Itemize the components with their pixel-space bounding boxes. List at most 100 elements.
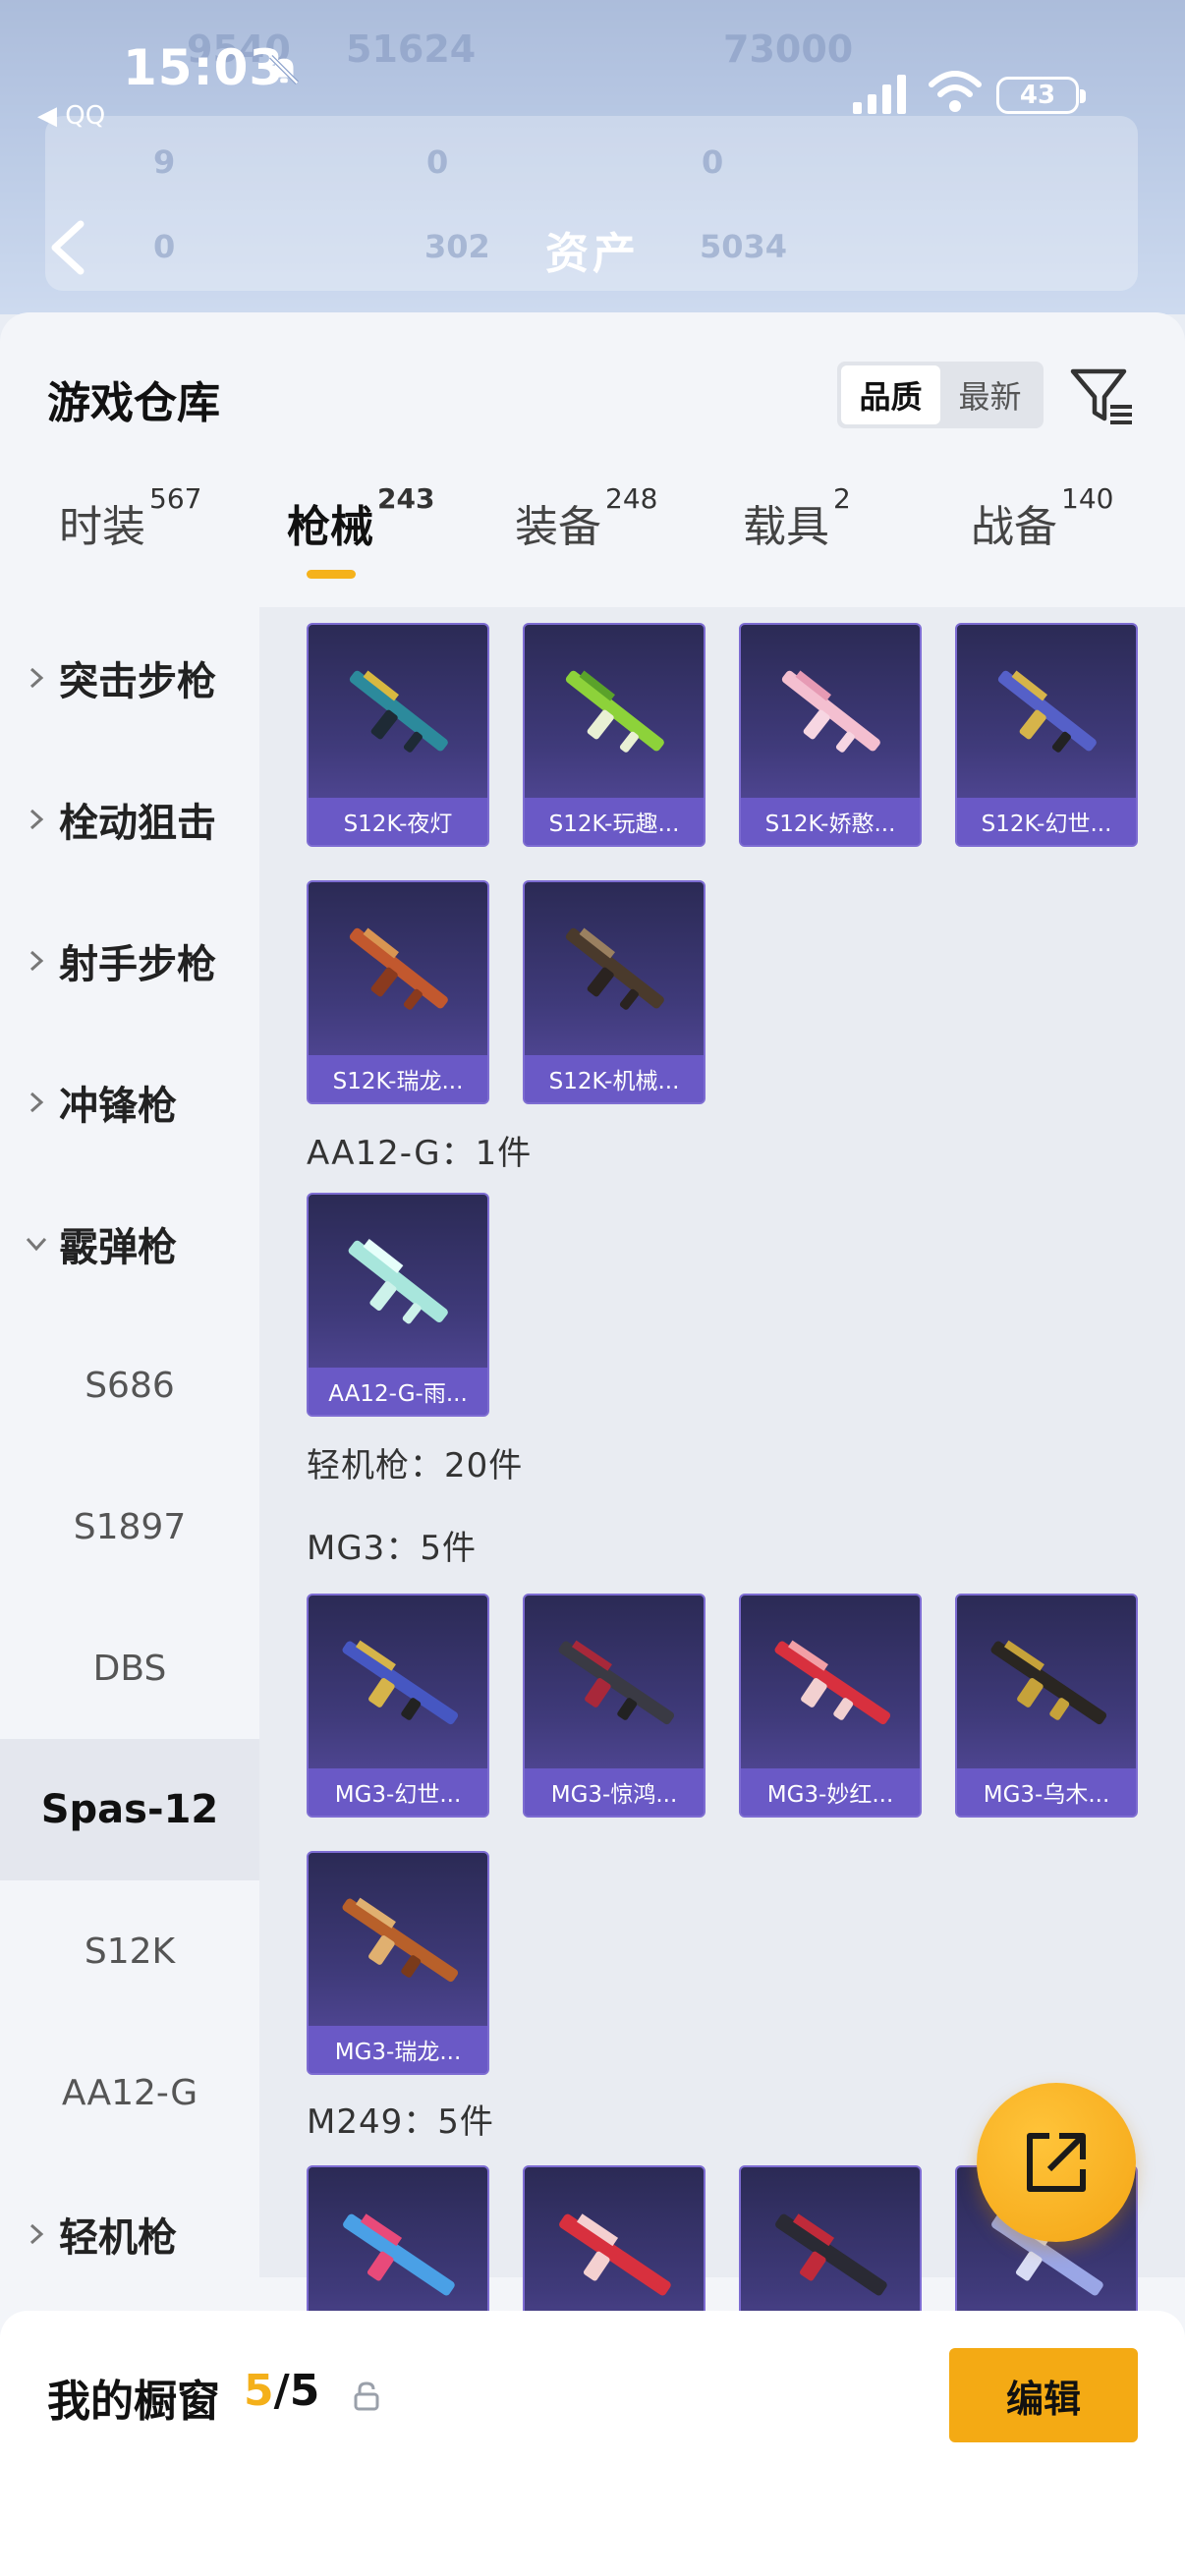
tab-label: 载具 [743,502,829,552]
weapon-name: MG3-瑞龙... [309,2026,487,2073]
sidebar-sub-s12k[interactable]: S12K [0,1880,259,2022]
weapon-card[interactable]: S12K-夜灯 [307,623,489,847]
weapon-card[interactable]: AA12-G-雨... [307,1193,489,1417]
showcase-total: /5 [273,2366,320,2416]
warehouse-sheet: 游戏仓库 品质 最新 时装567 枪械243 装备248 载具2 战备140 突… [0,312,1185,2576]
ghost-value: 0 [702,143,724,181]
weapon-name: MG3-妙红... [741,1768,920,1816]
weapon-name: AA12-G-雨... [309,1368,487,1415]
showcase-count: 5/5 [244,2366,319,2416]
sidebar-item-assault-rifle[interactable]: 突击步枪 [0,607,259,749]
ghost-value: 9 [153,143,176,181]
sidebar-item-label: 轻机枪 [59,2215,177,2261]
weapon-image [342,1640,459,1725]
tab-vehicles[interactable]: 载具2 [743,482,851,589]
asset-header: 9540 51624 73000 9 0 0 0 302 5034 15:03 … [0,0,1185,314]
weapon-card[interactable]: MG3-瑞龙... [307,1851,489,2075]
weapon-image [774,1640,891,1725]
weapon-image [343,2213,455,2296]
sort-quality-button[interactable]: 品质 [841,365,940,424]
sidebar-sub-aa12g[interactable]: AA12-G [0,2022,259,2163]
weapon-image [565,927,664,1010]
chevron-down-icon [26,1237,47,1252]
share-button[interactable] [977,2083,1136,2242]
weapon-card[interactable]: S12K-机械... [523,880,705,1104]
tab-count: 243 [377,482,435,516]
sidebar-sub-spas12[interactable]: Spas-12 [0,1739,259,1880]
back-icon[interactable] [45,218,90,277]
sidebar-item-shotgun[interactable]: 霰弹枪 [0,1173,259,1315]
sidebar-item-label: 霰弹枪 [59,1225,177,1270]
sidebar-item-lmg[interactable]: 轻机枪 [0,2163,259,2305]
sidebar-sub-dbs[interactable]: DBS [0,1597,259,1739]
tab-label: 装备 [515,502,601,552]
weapon-name: MG3-惊鸿... [525,1768,704,1816]
weapon-card[interactable]: S12K-娇憨... [739,623,922,847]
ghost-value: 0 [153,228,176,265]
sidebar-sub-s1897[interactable]: S1897 [0,1456,259,1597]
sidebar-item-label: 栓动狙击 [59,801,216,846]
weapon-card[interactable]: MG3-妙红... [739,1594,922,1818]
weapon-grid: S12K-夜灯 S12K-玩趣... S12K-娇憨... S12K-幻世...… [259,607,1185,2389]
edit-button[interactable]: 编辑 [949,2348,1138,2442]
sort-newest-button[interactable]: 最新 [940,365,1040,424]
weapon-name: S12K-娇憨... [741,798,920,845]
showcase-title: 我的橱窗 [47,2377,220,2427]
weapon-name: S12K-玩趣... [525,798,704,845]
sidebar-item-bolt-sniper[interactable]: 栓动狙击 [0,749,259,890]
status-bar: 15:03 ◀ QQ 43 [0,0,1185,131]
chevron-right-icon [29,1092,44,1113]
tab-fashion[interactable]: 时装567 [59,482,201,589]
weapon-image [775,2213,887,2296]
tab-label: 枪械 [287,502,373,552]
showcase-bar: 我的橱窗 5/5 编辑 [0,2311,1185,2576]
ghost-value: 0 [426,143,449,181]
ghost-value: 302 [424,228,490,265]
weapon-name: S12K-机械... [525,1055,704,1102]
tab-equipment[interactable]: 装备248 [515,482,657,589]
weapon-image [559,2213,671,2296]
sort-toggle: 品质 最新 [837,362,1044,428]
tab-tactical[interactable]: 战备140 [971,482,1113,589]
warehouse-title: 游戏仓库 [47,378,220,428]
weapon-name: MG3-幻世... [309,1768,487,1816]
weapon-name: S12K-幻世... [957,798,1136,845]
share-icon [1027,2133,1086,2192]
weapon-card[interactable]: S12K-玩趣... [523,623,705,847]
weapon-image [349,927,448,1010]
weapon-category-sidebar: 突击步枪 栓动狙击 射手步枪 冲锋枪 霰弹枪 S686 S1897 DBS Sp… [0,607,259,2277]
page-title: 资产 [545,229,640,279]
sidebar-item-label: 突击步枪 [59,659,216,704]
group-header-aa12g: AA12-G：1件 [307,1134,533,1173]
filter-icon[interactable] [1067,362,1136,430]
weapon-card[interactable]: MG3-幻世... [307,1594,489,1818]
weapon-card[interactable]: MG3-乌木... [955,1594,1138,1818]
tab-count: 248 [605,482,658,516]
chevron-right-icon [29,667,44,689]
group-header-lmg: 轻机枪：20件 [307,1446,524,1485]
tab-weapons[interactable]: 枪械243 [287,482,434,589]
sidebar-item-label: 冲锋枪 [59,1084,177,1129]
sidebar-sub-s686[interactable]: S686 [0,1315,259,1456]
sidebar-item-dmr[interactable]: 射手步枪 [0,890,259,1032]
category-tabs: 时装567 枪械243 装备248 载具2 战备140 [0,482,1185,589]
sidebar-item-smg[interactable]: 冲锋枪 [0,1032,259,1173]
weapon-card[interactable]: MG3-惊鸿... [523,1594,705,1818]
tab-label: 战备 [971,502,1057,552]
weapon-image [565,670,664,753]
weapon-image [349,670,448,753]
chevron-right-icon [29,950,44,972]
weapon-name: S12K-瑞龙... [309,1055,487,1102]
tab-label: 时装 [59,502,145,552]
tab-count: 140 [1061,482,1114,516]
weapon-image [990,1640,1107,1725]
signal-icon [853,75,906,114]
weapon-card[interactable]: S12K-瑞龙... [307,880,489,1104]
weapon-image [558,1640,675,1725]
back-to-app-link[interactable]: ◀ QQ [37,101,105,131]
group-header-m249: M249：5件 [307,2102,494,2142]
showcase-current: 5 [244,2366,274,2416]
lock-icon [354,2381,379,2411]
weapon-card[interactable]: S12K-幻世... [955,623,1138,847]
tab-count: 567 [149,482,202,516]
